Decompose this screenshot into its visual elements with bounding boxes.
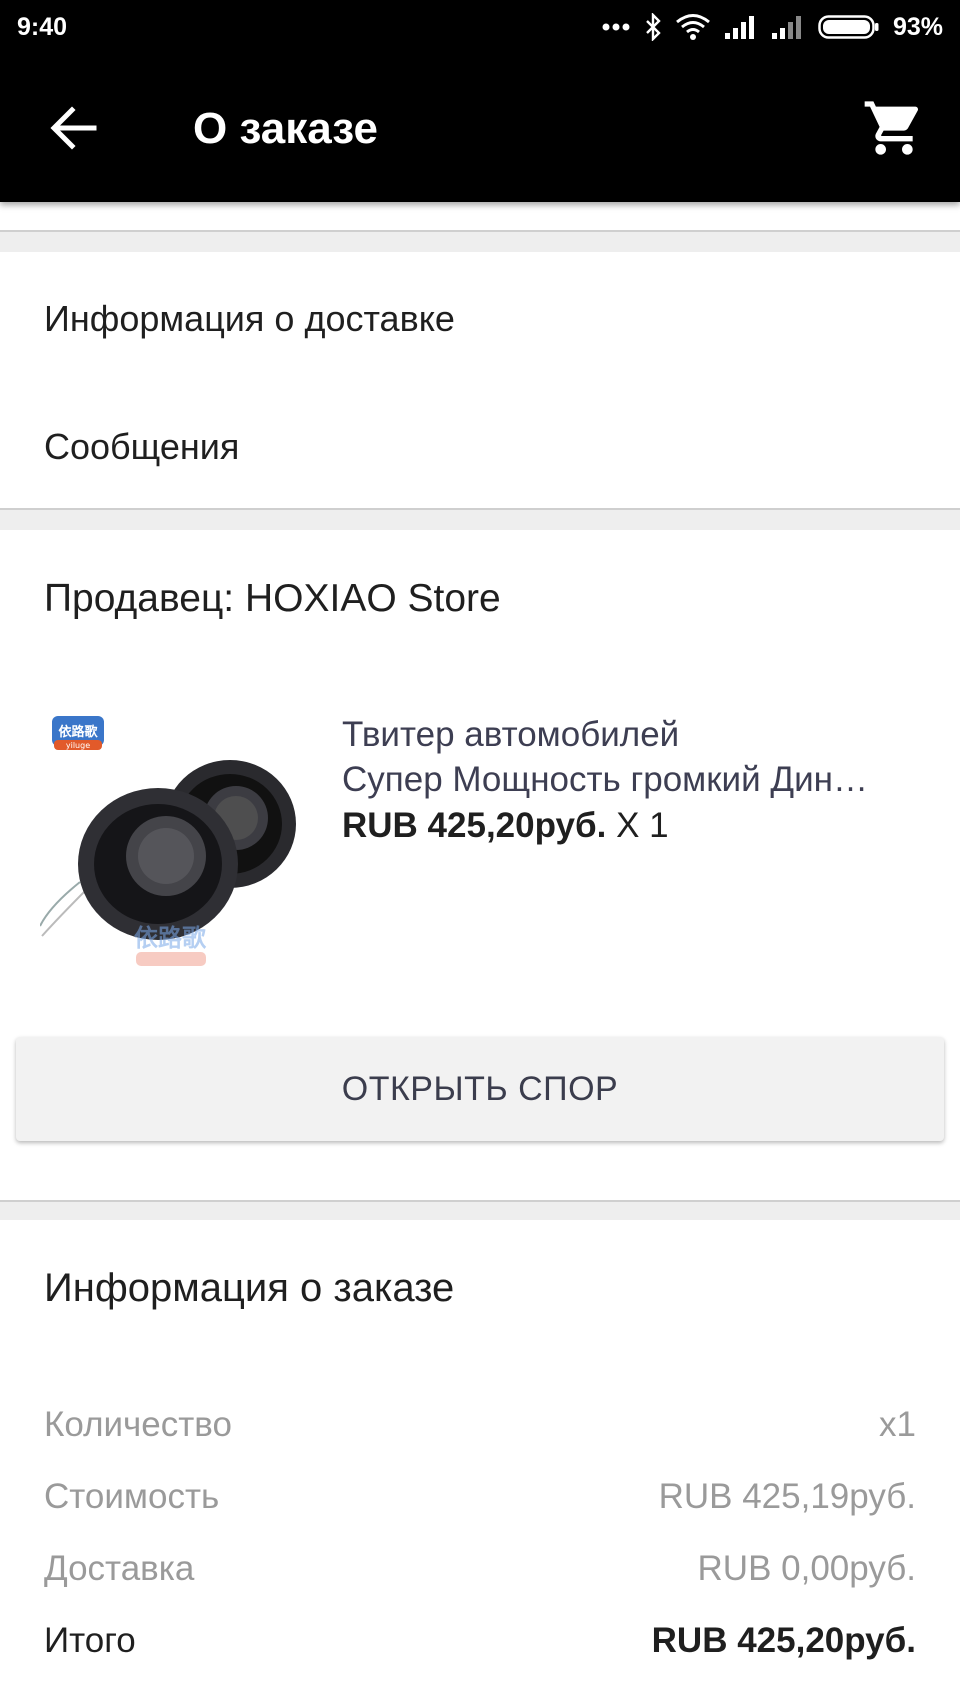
page-title: О заказе [193, 104, 379, 153]
product-price: RUB 425,20руб. [342, 806, 607, 845]
order-row-value: RUB 0,00руб. [697, 1549, 916, 1588]
app-bar: О заказе [0, 54, 960, 202]
order-row-value: RUB 425,20руб. [651, 1621, 916, 1660]
order-row-quantity: Количество x1 [44, 1405, 916, 1445]
order-row-total: Итого RUB 425,20руб. [44, 1621, 916, 1661]
seller-label[interactable]: Продавец: HOXIAO Store [44, 577, 501, 621]
product-title-line2: Супер Мощность громкий Дин… [342, 760, 868, 799]
order-info-title: Информация о заказе [44, 1266, 455, 1310]
back-button[interactable] [44, 98, 104, 158]
top-strip [0, 202, 960, 232]
status-bar: 9:40 93% [0, 0, 960, 54]
links-card: Информация о доставке Сообщения [0, 252, 960, 510]
battery-percent: 93% [892, 12, 943, 41]
bluetooth-icon [646, 13, 661, 41]
delivery-info-link[interactable]: Информация о доставке [44, 298, 455, 340]
battery-icon [818, 15, 879, 39]
order-row-value: x1 [879, 1405, 916, 1444]
signal-icon [771, 16, 801, 39]
product-title[interactable]: Твитер автомобилей Супер Мощность громки… [342, 712, 922, 802]
product-price-line: RUB 425,20руб. X 1 [342, 806, 669, 846]
svg-text:yiluge: yiluge [66, 741, 90, 750]
more-dots-icon [602, 23, 630, 31]
cart-button[interactable] [862, 96, 926, 160]
messages-link[interactable]: Сообщения [44, 426, 239, 468]
product-image[interactable]: 依路歌 yiluge 依路歌 [39, 706, 310, 976]
open-dispute-button[interactable]: ОТКРЫТЬ СПОР [16, 1037, 944, 1141]
signal-icon [724, 16, 754, 39]
product-title-line1: Твитер автомобилей [342, 715, 680, 754]
order-row-label: Доставка [44, 1549, 195, 1588]
status-time: 9:40 [17, 12, 68, 41]
order-row-label: Итого [44, 1621, 136, 1660]
status-icons: 93% [601, 13, 943, 42]
product-quantity: X 1 [616, 806, 669, 845]
svg-text:依路歌: 依路歌 [134, 924, 207, 952]
order-row-cost: Стоимость RUB 425,19руб. [44, 1477, 916, 1517]
wifi-icon [676, 14, 710, 40]
svg-text:依路歌: 依路歌 [58, 724, 98, 740]
order-row-value: RUB 425,19руб. [658, 1477, 916, 1516]
arrow-left-icon [50, 106, 97, 150]
cart-icon [864, 101, 919, 155]
order-row-label: Стоимость [44, 1477, 220, 1516]
order-row-label: Количество [44, 1405, 232, 1444]
order-row-shipping: Доставка RUB 0,00руб. [44, 1549, 916, 1589]
